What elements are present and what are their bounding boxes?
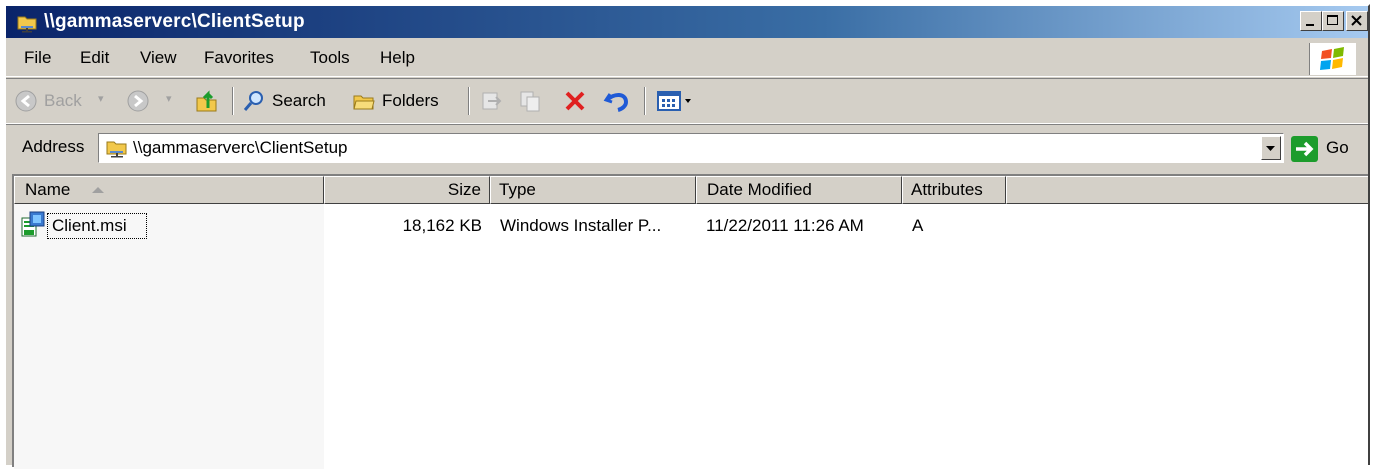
address-label: Address [22, 137, 85, 156]
undo-button[interactable] [602, 88, 632, 114]
go-button[interactable]: Go [1290, 135, 1360, 163]
cell-date-modified: 11/22/2011 11:26 AM [706, 216, 864, 235]
up-folder-button[interactable] [194, 88, 222, 114]
minimize-button[interactable] [1300, 11, 1322, 31]
explorer-window: \\gammaserverc\ClientSetup File Edit Vie… [4, 4, 1370, 469]
standard-toolbar: Back ▾ ▾ Search Folders [6, 78, 1368, 124]
copy-to-button[interactable] [518, 88, 546, 114]
close-button[interactable] [1346, 11, 1368, 31]
delete-button[interactable] [562, 88, 590, 114]
column-header-attributes-label: Attributes [911, 180, 983, 199]
menu-favorites[interactable]: Favorites [204, 48, 274, 68]
network-folder-icon [106, 141, 127, 158]
cell-size: 18,162 KB [402, 216, 482, 235]
forward-arrow-icon [127, 90, 149, 112]
file-list[interactable]: Name Size Type Date Modified Attributes [12, 174, 1368, 469]
sort-ascending-icon [92, 187, 104, 193]
views-icon [657, 91, 691, 111]
folders-button[interactable]: Folders [352, 88, 456, 114]
menu-tools[interactable]: Tools [310, 48, 350, 68]
cell-type: Windows Installer P... [500, 216, 662, 235]
windows-flag-icon [1320, 47, 1344, 70]
cell-attributes: A [912, 216, 924, 235]
undo-icon [603, 93, 629, 112]
column-header-attributes[interactable]: Attributes [902, 176, 1006, 204]
back-button[interactable]: Back ▾ [14, 88, 114, 114]
msi-installer-icon [21, 211, 45, 237]
menu-edit[interactable]: Edit [80, 48, 109, 68]
toolbar-separator [468, 87, 470, 115]
address-input[interactable]: \\gammaserverc\ClientSetup [98, 133, 1284, 163]
menu-bar: File Edit View Favorites Tools Help [6, 40, 1368, 77]
back-label: Back [44, 91, 82, 110]
address-bar: Address \\gammaserverc\ClientSetup Go [6, 124, 1368, 169]
move-to-button[interactable] [478, 88, 506, 114]
toolbar-separator [644, 87, 646, 115]
go-label: Go [1326, 138, 1349, 157]
back-arrow-icon [15, 90, 37, 112]
delete-icon [565, 91, 585, 111]
column-header-type-label: Type [499, 180, 536, 199]
menu-help[interactable]: Help [380, 48, 415, 68]
column-header-size-label: Size [447, 180, 481, 199]
column-header-date-modified[interactable]: Date Modified [696, 176, 902, 204]
forward-button[interactable]: ▾ [126, 88, 186, 114]
folders-label: Folders [382, 91, 439, 110]
address-dropdown-button[interactable] [1261, 136, 1281, 160]
windows-logo [1309, 43, 1356, 75]
forward-dropdown-icon[interactable]: ▾ [166, 92, 172, 105]
toolbar-separator [232, 87, 234, 115]
maximize-icon [1327, 15, 1338, 25]
minimize-icon [1306, 24, 1314, 26]
go-arrow-icon [1291, 136, 1318, 162]
back-dropdown-icon[interactable]: ▾ [98, 92, 104, 105]
column-header-size[interactable]: Size [324, 176, 490, 204]
network-folder-icon [17, 16, 37, 33]
close-icon [1351, 15, 1362, 26]
column-header-name-label: Name [25, 180, 71, 199]
cell-name[interactable]: Client.msi [52, 216, 127, 236]
title-bar[interactable]: \\gammaserverc\ClientSetup [6, 6, 1368, 38]
column-header-date-label: Date Modified [707, 180, 812, 199]
copy-to-icon [520, 91, 540, 112]
menu-file[interactable]: File [24, 48, 51, 68]
maximize-button[interactable] [1322, 11, 1344, 31]
folders-icon [353, 95, 375, 110]
up-folder-icon [196, 90, 217, 112]
sorted-column-shading [14, 204, 324, 469]
address-value: \\gammaserverc\ClientSetup [133, 138, 348, 157]
search-button[interactable]: Search [242, 88, 342, 114]
menu-view[interactable]: View [140, 48, 177, 68]
column-header-name[interactable]: Name [14, 176, 324, 204]
search-label: Search [272, 91, 326, 110]
move-to-icon [482, 92, 502, 110]
window-title: \\gammaserverc\ClientSetup [44, 11, 305, 32]
column-header-filler [1006, 176, 1368, 204]
chevron-down-icon [1266, 146, 1275, 151]
search-icon [243, 91, 263, 111]
column-header-type[interactable]: Type [490, 176, 696, 204]
views-button[interactable] [656, 88, 704, 114]
